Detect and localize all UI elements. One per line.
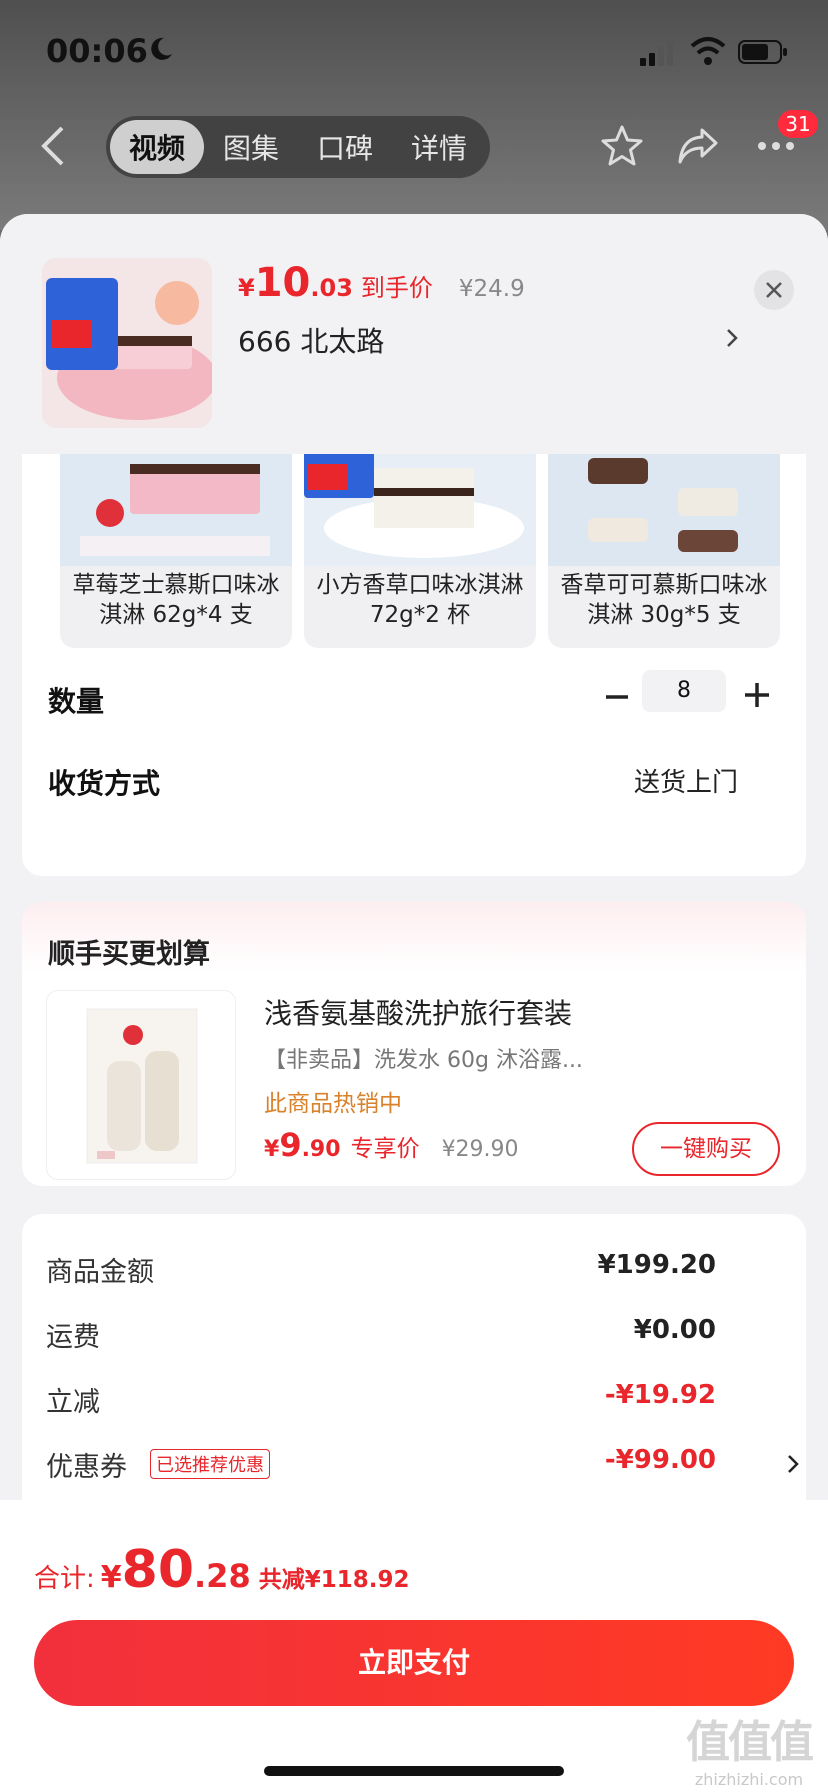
shipping-label: 运费	[46, 1322, 100, 1353]
coupon-tag: 已选推荐优惠	[150, 1449, 270, 1479]
product-header: ¥ 10 .03 到手价 ¥24.9 666 北太路	[0, 214, 828, 454]
addon-original-price: ¥29.90	[441, 1137, 519, 1162]
quantity-stepper[interactable]: 8	[642, 670, 726, 712]
signal-icon	[640, 41, 673, 66]
total-label: 合计:	[34, 1564, 95, 1594]
tab-reviews[interactable]: 口碑	[298, 120, 392, 174]
tab-gallery[interactable]: 图集	[204, 120, 298, 174]
tab-bar: 视频 图集 口碑 详情	[106, 116, 490, 178]
star-icon[interactable]	[600, 124, 644, 168]
options-card: 草莓芝士慕斯口味冰淇淋 62g*4 支 小方香草口味冰淇淋 72g*2 杯 香草…	[22, 414, 806, 876]
product-thumbnail	[42, 258, 212, 428]
addon-price-decimal: .90	[301, 1137, 341, 1162]
battery-icon	[738, 40, 787, 64]
addon-description: 【非卖品】洗发水 60g 沐浴露...	[264, 1048, 583, 1073]
variant-label: 小方香草口味冰淇淋 72g*2 杯	[316, 572, 524, 628]
status-time: 00:06	[46, 32, 148, 70]
checkout-bottom-bar: 合计: ¥ 80 .28 共减¥118.92 立即支付 值值值 zhizhizh…	[0, 1500, 828, 1792]
pay-now-button[interactable]: 立即支付	[34, 1620, 794, 1706]
subtotal-label: 商品金额	[46, 1257, 154, 1288]
close-button[interactable]	[754, 270, 794, 310]
quantity-label: 数量	[48, 685, 105, 718]
price-integer: 10	[254, 260, 311, 306]
tab-video[interactable]: 视频	[110, 120, 204, 174]
coupon-label: 优惠券	[46, 1452, 127, 1483]
notification-badge: 31	[778, 110, 818, 138]
price-decimal: .03	[310, 274, 353, 302]
total-row: 合计: ¥ 80 .28 共减¥118.92	[34, 1540, 409, 1600]
more-icon[interactable]	[756, 140, 796, 152]
one-click-buy-button[interactable]: 一键购买	[632, 1122, 780, 1176]
addon-card: 顺手买更划算 浅香氨基酸洗护旅行套装 【非卖品】洗发水 60g 沐浴露... 此…	[22, 902, 806, 1186]
top-nav: 视频 图集 口碑 详情 31	[0, 110, 828, 182]
shipping-value: ¥0.00	[633, 1315, 716, 1345]
status-bar: 00:06	[0, 0, 828, 100]
shipping-row: 运费 ¥0.00	[46, 1315, 782, 1355]
chevron-right-icon[interactable]	[786, 1453, 800, 1475]
price-summary: 商品金额 ¥199.20 运费 ¥0.00 立减 -¥19.92 优惠券 已选推…	[22, 1214, 806, 1514]
watermark-logo: 值值值	[686, 1717, 814, 1768]
coupon-value: -¥99.00	[604, 1445, 716, 1475]
discount-value: -¥19.92	[604, 1380, 716, 1410]
chevron-right-icon[interactable]	[724, 326, 740, 350]
addon-price-row: ¥ 9 .90 专享价 ¥29.90	[264, 1126, 519, 1164]
moon-icon	[151, 37, 172, 60]
wifi-icon	[690, 37, 726, 65]
addon-title: 顺手买更划算	[48, 939, 210, 970]
home-indicator[interactable]	[264, 1766, 564, 1776]
addon-thumbnail[interactable]	[46, 990, 236, 1180]
watermark: 值值值 zhizhizhi.com	[674, 1706, 824, 1789]
variant-label: 草莓芝士慕斯口味冰淇淋 62g*4 支	[72, 572, 280, 628]
price-label: 到手价	[360, 274, 433, 302]
plus-icon[interactable]	[740, 678, 774, 712]
price-symbol: ¥	[238, 274, 255, 302]
discount-label: 立减	[46, 1387, 100, 1418]
addon-price-label: 专享价	[350, 1136, 420, 1162]
addon-price-symbol: ¥	[264, 1137, 280, 1162]
tab-details[interactable]: 详情	[392, 120, 486, 174]
total-saved: 共减¥118.92	[258, 1567, 410, 1593]
addon-hot-label: 此商品热销中	[264, 1091, 402, 1117]
subtotal-row: 商品金额 ¥199.20	[46, 1250, 782, 1290]
store-name[interactable]: 666 北太路	[238, 320, 384, 360]
delivery-method[interactable]: 送货上门	[634, 762, 738, 799]
close-icon	[766, 282, 782, 298]
watermark-url: zhizhizhi.com	[694, 1770, 804, 1789]
total-integer: 80	[121, 1540, 195, 1600]
addon-price-integer: 9	[279, 1126, 302, 1164]
back-icon[interactable]	[36, 124, 70, 168]
delivery-label: 收货方式	[48, 767, 161, 800]
discount-row: 立减 -¥19.92	[46, 1380, 782, 1420]
variant-label: 香草可可慕斯口味冰淇淋 30g*5 支	[560, 572, 768, 628]
total-decimal: .28	[194, 1557, 251, 1595]
total-symbol: ¥	[100, 1560, 122, 1595]
subtotal-value: ¥199.20	[597, 1250, 716, 1280]
minus-icon[interactable]	[600, 680, 634, 714]
share-icon[interactable]	[676, 124, 720, 168]
coupon-row[interactable]: 优惠券 已选推荐优惠 -¥99.00	[46, 1445, 799, 1485]
original-price: ¥24.9	[458, 276, 525, 302]
addon-name[interactable]: 浅香氨基酸洗护旅行套装	[264, 992, 572, 1032]
product-price-row: ¥ 10 .03 到手价 ¥24.9	[238, 260, 525, 306]
